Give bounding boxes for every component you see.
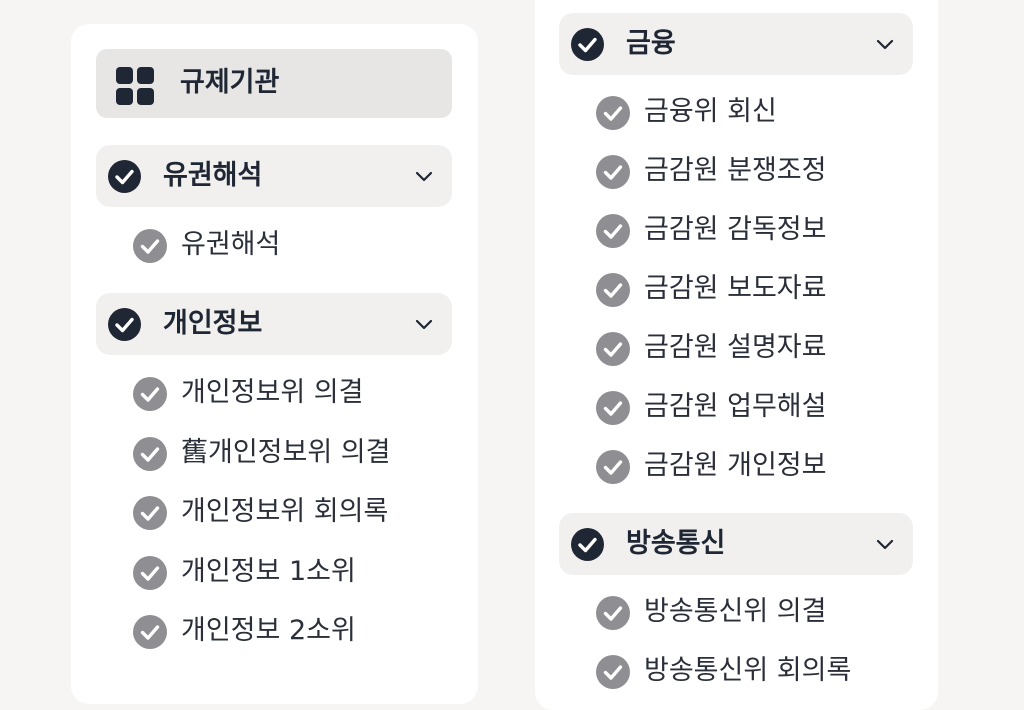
list-item-label: 개인정보위 회의록 <box>181 496 389 527</box>
check-circle-icon <box>571 528 604 561</box>
check-circle-icon <box>596 96 630 130</box>
list-item-label: 금감원 분쟁조정 <box>644 155 827 186</box>
chevron-down-icon[interactable] <box>875 34 895 54</box>
list-item[interactable]: 개인정보 2소위 <box>133 611 463 651</box>
group-label: 금융 <box>626 28 676 59</box>
list-item[interactable]: 금감원 분쟁조정 <box>596 151 926 191</box>
list-item[interactable]: 금감원 설명자료 <box>596 328 926 368</box>
group-header-interpretation[interactable]: 유권해석 <box>96 145 452 207</box>
list-item-label: 유권해석 <box>181 229 281 260</box>
list-item[interactable]: 금감원 보도자료 <box>596 269 926 309</box>
list-item[interactable]: 개인정보위 회의록 <box>133 492 463 532</box>
check-circle-icon <box>596 450 630 484</box>
grid-icon <box>116 67 154 105</box>
check-circle-icon <box>571 28 604 61</box>
check-circle-icon <box>596 596 630 630</box>
list-item-label: 금감원 설명자료 <box>644 332 827 363</box>
group-label: 개인정보 <box>163 308 263 339</box>
check-circle-icon <box>133 437 167 471</box>
group-header-finance[interactable]: 금융 <box>559 13 913 75</box>
list-item-label: 개인정보 2소위 <box>181 615 356 646</box>
list-item-label: 개인정보위 의결 <box>181 377 364 408</box>
right-panel: 금융 금융위 회신 금감원 분쟁조정 금감원 감독정보 금감원 보도자료 금감원… <box>535 0 938 710</box>
list-item[interactable]: 방송통신위 회의록 <box>596 651 926 691</box>
list-item[interactable]: 방송통신위 의결 <box>596 592 926 632</box>
chevron-down-icon[interactable] <box>414 314 434 334</box>
list-item-label: 금감원 감독정보 <box>644 214 827 245</box>
check-circle-icon <box>133 377 167 411</box>
list-item-label: 금감원 업무해설 <box>644 391 827 422</box>
check-circle-icon <box>133 496 167 530</box>
group-header-privacy[interactable]: 개인정보 <box>96 293 452 355</box>
section-title-label: 규제기관 <box>180 67 280 98</box>
list-item-label: 금감원 보도자료 <box>644 273 827 304</box>
list-item-label: 개인정보 1소위 <box>181 556 356 587</box>
list-item-label: 금감원 개인정보 <box>644 450 827 481</box>
check-circle-icon <box>108 308 141 341</box>
chevron-down-icon[interactable] <box>414 166 434 186</box>
list-item[interactable]: 개인정보위 의결 <box>133 373 463 413</box>
list-item-label: 방송통신위 회의록 <box>644 655 852 686</box>
check-circle-icon <box>596 155 630 189</box>
list-item-label: 방송통신위 의결 <box>644 596 827 627</box>
check-circle-icon <box>133 556 167 590</box>
group-label: 유권해석 <box>163 160 263 191</box>
section-title-regulators[interactable]: 규제기관 <box>96 49 452 118</box>
check-circle-icon <box>596 391 630 425</box>
group-header-broadcasting[interactable]: 방송통신 <box>559 513 913 575</box>
chevron-down-icon[interactable] <box>875 534 895 554</box>
group-label: 방송통신 <box>626 528 726 559</box>
list-item[interactable]: 개인정보 1소위 <box>133 552 463 592</box>
check-circle-icon <box>133 229 167 263</box>
check-circle-icon <box>596 273 630 307</box>
check-circle-icon <box>108 160 141 193</box>
left-panel: 규제기관 유권해석 유권해석 개인정보 개인정보위 의결 舊개인정보위 의결 개… <box>71 24 478 704</box>
list-item[interactable]: 유권해석 <box>133 225 463 265</box>
list-item-label: 금융위 회신 <box>644 96 777 127</box>
list-item[interactable]: 금감원 업무해설 <box>596 387 926 427</box>
list-item-label: 舊개인정보위 의결 <box>181 437 391 468</box>
list-item[interactable]: 금감원 개인정보 <box>596 446 926 486</box>
list-item[interactable]: 舊개인정보위 의결 <box>133 433 463 473</box>
check-circle-icon <box>596 214 630 248</box>
check-circle-icon <box>596 332 630 366</box>
list-item[interactable]: 금융위 회신 <box>596 92 926 132</box>
check-circle-icon <box>133 615 167 649</box>
list-item[interactable]: 금감원 감독정보 <box>596 210 926 250</box>
check-circle-icon <box>596 655 630 689</box>
